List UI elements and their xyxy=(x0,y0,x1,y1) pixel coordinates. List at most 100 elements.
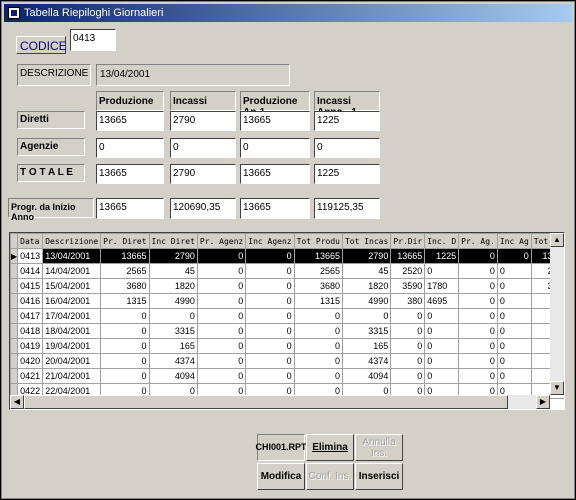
table-row[interactable]: 0415 15/04/2001 3680 1820 0 0 3680 1820 3590 1780… xyxy=(10,278,564,294)
grid-cell[interactable]: 0 xyxy=(196,263,247,279)
scroll-right-icon[interactable]: ▶ xyxy=(536,395,550,409)
grid-cell[interactable]: 0 xyxy=(196,308,247,324)
grid-cell[interactable]: 0 xyxy=(496,338,532,354)
totale-incassi[interactable]: 2790 xyxy=(170,164,236,184)
grid-cell[interactable]: 0 xyxy=(293,338,343,354)
grid-cell[interactable]: 45 xyxy=(148,263,198,279)
table-row[interactable]: 041818/04/2001033150003315000000 xyxy=(10,323,564,339)
grid-column-header[interactable]: Descrizione xyxy=(42,233,102,249)
grid-cell[interactable]: 13665 xyxy=(390,248,426,264)
grid-cell[interactable]: 0 xyxy=(100,353,150,369)
grid-cell[interactable]: 17/04/2001 xyxy=(42,308,102,324)
grid-cell[interactable]: 0 xyxy=(424,368,460,384)
grid-column-header[interactable]: Inc. D xyxy=(424,233,460,249)
table-row[interactable]: 041919/04/20010165000165000000 xyxy=(10,338,564,354)
grid-cell[interactable]: 0 xyxy=(293,353,343,369)
grid-cell[interactable]: 0 xyxy=(100,308,150,324)
grid-cell[interactable]: 2520 xyxy=(390,263,426,279)
codice-field[interactable]: 0413 xyxy=(70,29,116,51)
grid-cell[interactable]: 0 xyxy=(245,338,295,354)
row-selector[interactable]: ▶ xyxy=(10,248,19,264)
grid-cell[interactable]: 4374 xyxy=(341,353,392,369)
grid-cell[interactable]: 0 xyxy=(196,353,247,369)
grid-cell[interactable]: 16/04/2001 xyxy=(42,293,102,309)
grid-cell[interactable]: 0 xyxy=(293,323,343,339)
grid-cell[interactable]: 1820 xyxy=(341,278,392,294)
grid-cell[interactable]: 2565 xyxy=(293,263,343,279)
grid-cell[interactable]: 3315 xyxy=(341,323,392,339)
row-selector[interactable] xyxy=(10,278,19,294)
diretti-produzione[interactable]: 13665 xyxy=(96,111,164,131)
grid-cell[interactable]: 0 xyxy=(496,278,532,294)
progressivo-incassi-anno1[interactable]: 119125,35 xyxy=(314,198,380,219)
grid-cell[interactable]: 3590 xyxy=(390,278,426,294)
grid-cell[interactable]: 0 xyxy=(496,353,532,369)
grid-cell[interactable]: 4990 xyxy=(341,293,392,309)
totale-produzione-an1[interactable]: 13665 xyxy=(240,164,310,184)
scroll-down-icon[interactable]: ▼ xyxy=(550,381,564,395)
grid-column-header[interactable]: Pr. Diret xyxy=(100,233,150,249)
row-selector[interactable] xyxy=(10,353,19,369)
daily-records-grid[interactable]: Data Descrizione Pr. Diret Inc Diret Pr. Age… xyxy=(9,232,565,410)
grid-cell[interactable]: 3680 xyxy=(100,278,150,294)
row-selector[interactable] xyxy=(10,338,19,354)
grid-cell[interactable]: 4374 xyxy=(148,353,198,369)
grid-cell[interactable]: 2790 xyxy=(341,248,392,264)
row-selector[interactable] xyxy=(10,308,19,324)
grid-cell[interactable]: 0 xyxy=(293,368,343,384)
grid-cell[interactable]: 0 xyxy=(100,323,150,339)
grid-cell[interactable]: 1315 xyxy=(293,293,343,309)
grid-cell[interactable]: 0 xyxy=(424,308,460,324)
grid-cell[interactable]: 0419 xyxy=(17,338,44,354)
grid-cell[interactable]: 1315 xyxy=(100,293,150,309)
grid-cell[interactable]: 13665 xyxy=(100,248,150,264)
grid-column-header[interactable]: Inc Diret xyxy=(148,233,198,249)
grid-cell[interactable]: 0 xyxy=(496,263,532,279)
grid-cell[interactable]: 0413 xyxy=(17,248,44,264)
agenzie-incassi[interactable]: 0 xyxy=(170,138,236,158)
grid-cell[interactable]: 1820 xyxy=(148,278,198,294)
grid-column-header[interactable]: Inc Ag xyxy=(496,233,532,249)
grid-cell[interactable]: 165 xyxy=(148,338,198,354)
grid-cell[interactable]: 0 xyxy=(100,368,150,384)
grid-cell[interactable]: 0 xyxy=(245,263,295,279)
grid-cell[interactable]: 0 xyxy=(496,368,532,384)
grid-cell[interactable]: 0 xyxy=(245,278,295,294)
grid-cell[interactable]: 4094 xyxy=(148,368,198,384)
grid-cell[interactable]: 0 xyxy=(496,323,532,339)
grid-cell[interactable]: 0 xyxy=(341,308,392,324)
grid-cell[interactable]: 0 xyxy=(196,338,247,354)
grid-cell[interactable]: 0 xyxy=(424,263,460,279)
grid-cell[interactable]: 165 xyxy=(341,338,392,354)
grid-cell[interactable]: 380 xyxy=(390,293,426,309)
grid-cell[interactable]: 0417 xyxy=(17,308,44,324)
grid-cell[interactable]: 0 xyxy=(458,368,498,384)
grid-cell[interactable]: 0 xyxy=(424,338,460,354)
grid-cell[interactable]: 18/04/2001 xyxy=(42,323,102,339)
grid-cell[interactable]: 3315 xyxy=(148,323,198,339)
grid-cell[interactable]: 0 xyxy=(458,278,498,294)
grid-cell[interactable]: 14/04/2001 xyxy=(42,263,102,279)
horizontal-scroll-thumb[interactable] xyxy=(24,395,508,409)
conf-ins-button[interactable]: Conf. Ins. xyxy=(306,463,354,490)
grid-cell[interactable]: 0 xyxy=(458,353,498,369)
totale-incassi-anno1[interactable]: 1225 xyxy=(314,164,380,184)
table-row[interactable]: 042020/04/2001043740004374000000 xyxy=(10,353,564,369)
grid-cell[interactable]: 0 xyxy=(458,308,498,324)
grid-cell[interactable]: 0 xyxy=(390,353,426,369)
grid-cell[interactable]: 13/04/2001 xyxy=(42,248,102,264)
table-row[interactable]: 042121/04/2001040940004094000000 xyxy=(10,368,564,384)
grid-cell[interactable]: 0 xyxy=(390,323,426,339)
progressivo-produzione-an1[interactable]: 13665 xyxy=(240,198,310,219)
scroll-up-icon[interactable]: ▲ xyxy=(550,233,564,247)
grid-cell[interactable]: 0 xyxy=(424,323,460,339)
row-selector[interactable] xyxy=(10,293,19,309)
grid-cell[interactable]: 0 xyxy=(496,248,532,264)
grid-cell[interactable]: 4695 xyxy=(424,293,460,309)
scroll-left-icon[interactable]: ◀ xyxy=(10,395,24,409)
grid-cell[interactable]: 20/04/2001 xyxy=(42,353,102,369)
grid-cell[interactable]: 4094 xyxy=(341,368,392,384)
table-row[interactable]: 041414/04/200125654500256545252000025200 xyxy=(10,263,564,279)
report-button[interactable]: CHI001.RPT xyxy=(255,434,307,461)
grid-column-header[interactable]: Data xyxy=(17,233,44,249)
